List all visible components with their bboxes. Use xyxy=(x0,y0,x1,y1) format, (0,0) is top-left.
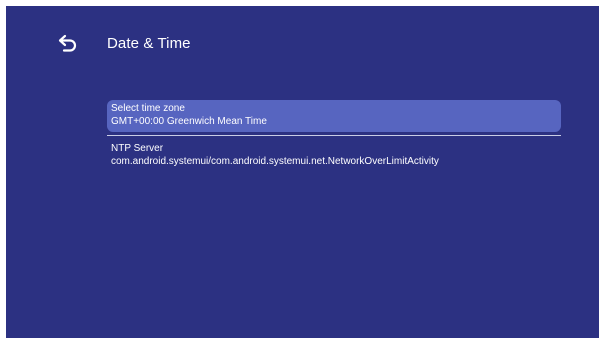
ntp-server-setting[interactable]: NTP Server com.android.systemui/com.andr… xyxy=(107,140,561,171)
settings-list: Select time zone GMT+00:00 Greenwich Mea… xyxy=(107,100,561,171)
settings-screen: Date & Time Select time zone GMT+00:00 G… xyxy=(6,6,599,338)
time-zone-setting[interactable]: Select time zone GMT+00:00 Greenwich Mea… xyxy=(107,100,561,132)
back-button[interactable] xyxy=(56,31,80,55)
page-title: Date & Time xyxy=(107,35,191,52)
header: Date & Time xyxy=(6,6,599,86)
back-arrow-icon xyxy=(56,31,80,55)
ntp-server-label: NTP Server xyxy=(111,143,164,154)
divider xyxy=(107,135,561,136)
ntp-server-value: com.android.systemui/com.android.systemu… xyxy=(111,156,439,167)
time-zone-value: GMT+00:00 Greenwich Mean Time xyxy=(111,116,267,127)
time-zone-label: Select time zone xyxy=(111,103,185,114)
